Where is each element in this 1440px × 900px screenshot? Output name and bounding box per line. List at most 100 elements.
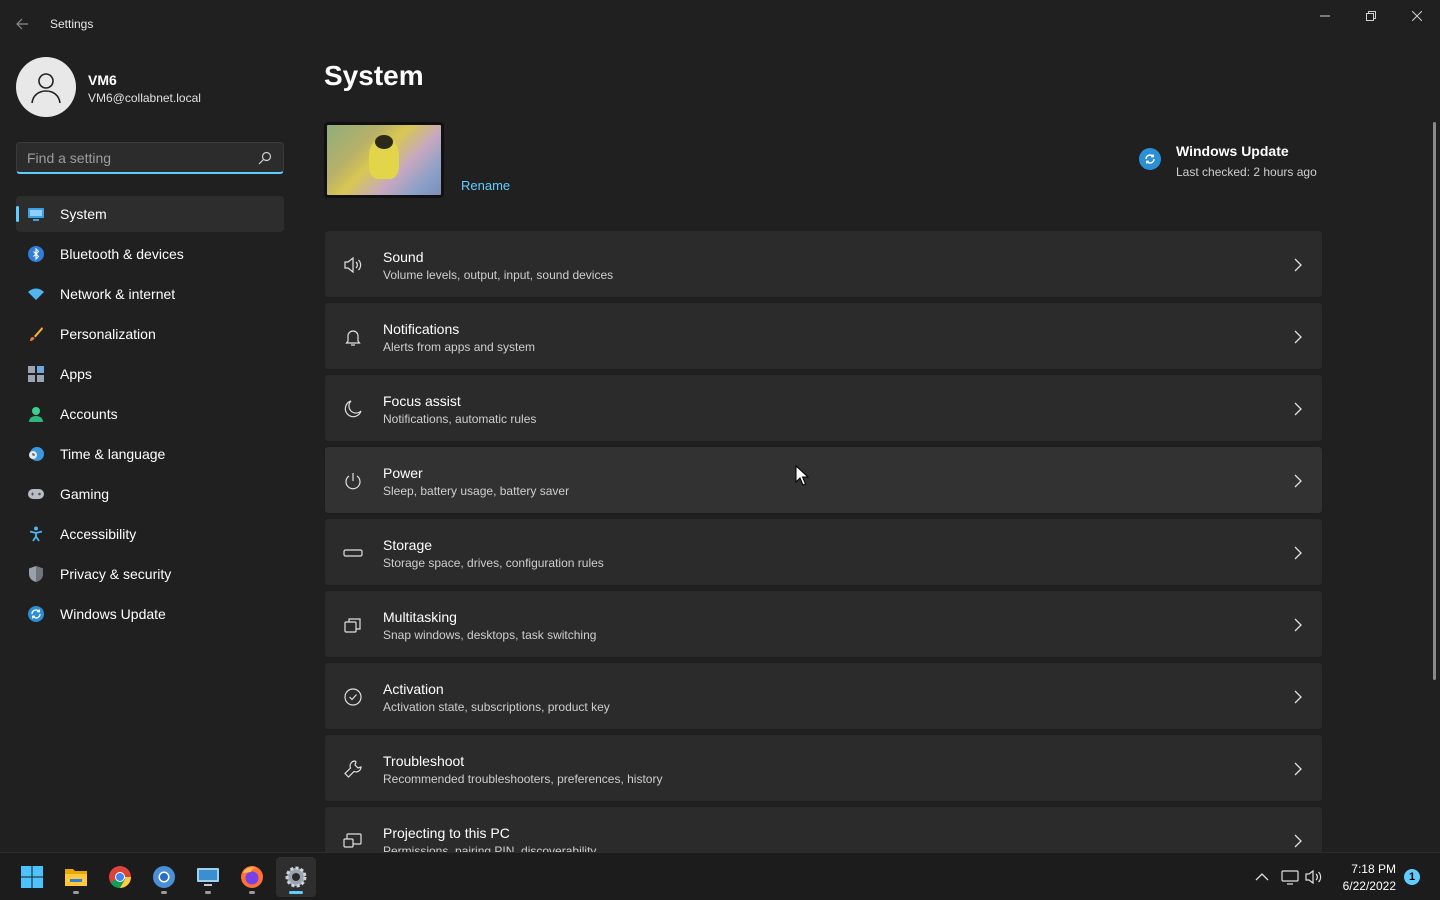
- sidebar-item-gaming[interactable]: Gaming: [16, 476, 284, 512]
- scrollbar[interactable]: [1433, 122, 1436, 680]
- taskbar-remote-desktop[interactable]: [188, 857, 228, 897]
- taskbar-chrome[interactable]: [100, 857, 140, 897]
- rename-link[interactable]: Rename: [461, 178, 510, 193]
- card-title: Projecting to this PC: [383, 825, 510, 841]
- volume-tray-button[interactable]: [1304, 867, 1324, 887]
- network-icon: [1281, 870, 1299, 885]
- search-box[interactable]: [16, 142, 284, 174]
- sidebar-item-label: Bluetooth & devices: [60, 246, 184, 262]
- chevron-up-icon: [1255, 873, 1269, 881]
- restore-icon: [1366, 11, 1376, 21]
- sidebar-item-privacy[interactable]: Privacy & security: [16, 556, 284, 592]
- speaker-icon: [344, 256, 362, 274]
- card-subtitle: Alerts from apps and system: [383, 340, 536, 354]
- chevron-right-icon: [1294, 762, 1302, 776]
- globe-clock-icon: [28, 446, 44, 462]
- notification-badge[interactable]: 1: [1404, 869, 1420, 885]
- wifi-icon: [28, 286, 44, 302]
- chrome-alt-icon: [153, 866, 175, 888]
- user-email: VM6@collabnet.local: [88, 91, 201, 105]
- sidebar-item-network[interactable]: Network & internet: [16, 276, 284, 312]
- avatar[interactable]: [16, 57, 76, 117]
- update-icon: [28, 606, 44, 622]
- settings-card-focus-assist[interactable]: Focus assist Notifications, automatic ru…: [324, 374, 1323, 442]
- sidebar-item-apps[interactable]: Apps: [16, 356, 284, 392]
- search-icon[interactable]: [257, 150, 273, 166]
- search-input[interactable]: [27, 149, 247, 167]
- sidebar-item-time-language[interactable]: Time & language: [16, 436, 284, 472]
- clock-time[interactable]: 7:18 PM: [1336, 862, 1396, 876]
- sidebar-item-label: Apps: [60, 366, 92, 382]
- sidebar-item-bluetooth[interactable]: Bluetooth & devices: [16, 236, 284, 272]
- sidebar: VM6 VM6@collabnet.local System Bluetooth…: [0, 48, 300, 852]
- multitasking-icon: [344, 618, 361, 633]
- network-tray-button[interactable]: [1280, 867, 1300, 887]
- sidebar-item-label: Time & language: [60, 446, 166, 462]
- chevron-right-icon: [1294, 618, 1302, 632]
- power-icon: [345, 473, 361, 490]
- settings-card-activation[interactable]: Activation Activation state, subscriptio…: [324, 662, 1323, 730]
- settings-card-power[interactable]: Power Sleep, battery usage, battery save…: [324, 446, 1323, 514]
- chevron-right-icon: [1294, 258, 1302, 272]
- sidebar-item-label: Network & internet: [60, 286, 176, 302]
- back-button[interactable]: [10, 12, 34, 36]
- settings-card-storage[interactable]: Storage Storage space, drives, configura…: [324, 518, 1323, 586]
- sidebar-item-label: System: [60, 206, 107, 222]
- settings-card-troubleshoot[interactable]: Troubleshoot Recommended troubleshooters…: [324, 734, 1323, 802]
- drive-icon: [343, 549, 363, 557]
- show-hidden-icons-button[interactable]: [1252, 867, 1272, 887]
- running-indicator: [161, 891, 167, 894]
- sidebar-item-system[interactable]: System: [16, 196, 284, 232]
- clock-date[interactable]: 6/22/2022: [1330, 879, 1396, 893]
- sidebar-item-accessibility[interactable]: Accessibility: [16, 516, 284, 552]
- brush-icon: [28, 326, 44, 342]
- settings-card-projecting[interactable]: Projecting to this PC Permissions, pairi…: [324, 806, 1323, 852]
- taskbar: 7:18 PM 6/22/2022 1: [0, 852, 1440, 900]
- chevron-right-icon: [1294, 834, 1302, 848]
- minimize-button[interactable]: [1302, 0, 1348, 32]
- update-icon[interactable]: [1139, 148, 1161, 170]
- card-subtitle: Sleep, battery usage, battery saver: [383, 484, 570, 498]
- accessibility-icon: [28, 526, 44, 542]
- chevron-right-icon: [1294, 402, 1302, 416]
- gamepad-icon: [28, 486, 44, 502]
- chevron-right-icon: [1294, 546, 1302, 560]
- settings-card-sound[interactable]: Sound Volume levels, output, input, soun…: [324, 230, 1323, 298]
- chevron-right-icon: [1294, 330, 1302, 344]
- projecting-icon: [343, 833, 362, 848]
- chevron-right-icon: [1294, 474, 1302, 488]
- page-title: System: [324, 60, 424, 91]
- card-subtitle: Volume levels, output, input, sound devi…: [383, 268, 614, 282]
- card-subtitle: Recommended troubleshooters, preferences…: [383, 772, 663, 786]
- settings-card-multitasking[interactable]: Multitasking Snap windows, desktops, tas…: [324, 590, 1323, 658]
- arrow-left-icon: [16, 18, 28, 30]
- taskbar-firefox[interactable]: [232, 857, 272, 897]
- taskbar-file-explorer[interactable]: [56, 857, 96, 897]
- sidebar-item-windows-update[interactable]: Windows Update: [16, 596, 284, 632]
- bluetooth-icon: [28, 246, 44, 262]
- start-button[interactable]: [12, 857, 52, 897]
- person-icon: [31, 73, 61, 104]
- card-title: Notifications: [383, 321, 460, 337]
- close-button[interactable]: [1394, 0, 1440, 32]
- settings-card-notifications[interactable]: Notifications Alerts from apps and syste…: [324, 302, 1323, 370]
- user-name: VM6: [88, 72, 117, 88]
- card-title: Storage: [383, 537, 433, 553]
- sidebar-item-label: Accounts: [60, 406, 118, 422]
- running-indicator: [249, 891, 255, 894]
- apps-icon: [28, 366, 44, 382]
- windows-update-title[interactable]: Windows Update: [1176, 143, 1289, 159]
- sidebar-item-personalization[interactable]: Personalization: [16, 316, 284, 352]
- minimize-icon: [1320, 15, 1330, 17]
- sidebar-item-accounts[interactable]: Accounts: [16, 396, 284, 432]
- person-icon: [28, 406, 44, 422]
- device-wallpaper-thumbnail: [324, 122, 444, 198]
- chrome-icon: [109, 866, 131, 888]
- card-subtitle: Storage space, drives, configuration rul…: [383, 556, 604, 570]
- wrench-icon: [344, 760, 362, 778]
- taskbar-chrome-alt[interactable]: [144, 857, 184, 897]
- running-indicator: [205, 891, 211, 894]
- restore-button[interactable]: [1348, 0, 1394, 32]
- taskbar-settings[interactable]: [276, 857, 316, 897]
- card-title: Power: [383, 465, 423, 481]
